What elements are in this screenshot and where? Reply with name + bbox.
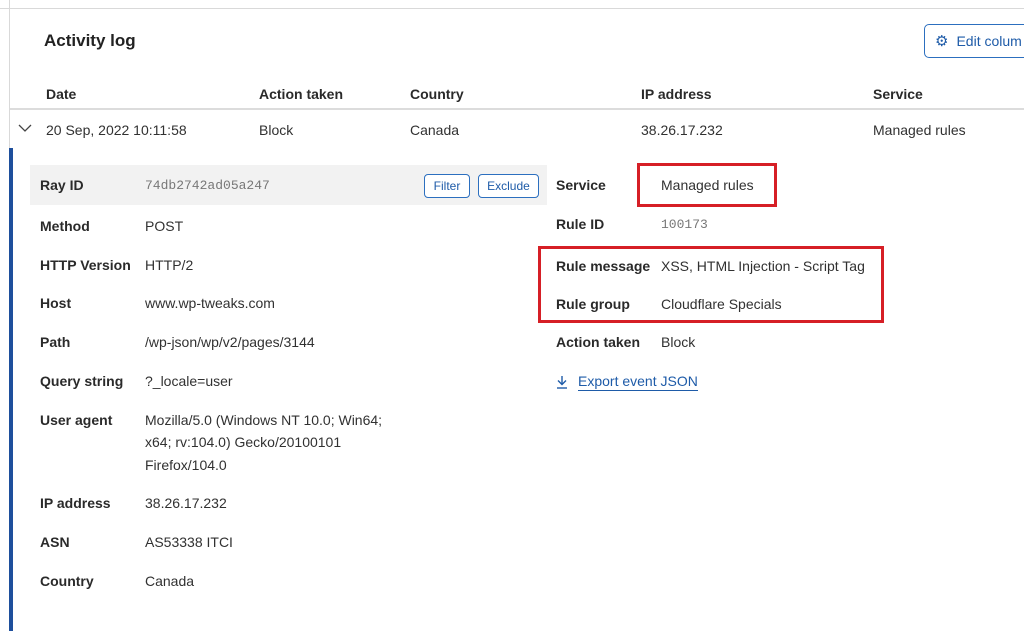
- cell-service: Managed rules: [873, 122, 966, 138]
- value-path: /wp-json/wp/v2/pages/3144: [145, 334, 315, 350]
- gear-icon: ⚙: [935, 33, 949, 50]
- label-host: Host: [40, 295, 72, 311]
- value-asn: AS53338 ITCI: [145, 534, 233, 550]
- label-ray-id: Ray ID: [40, 177, 84, 193]
- value-host: www.wp-tweaks.com: [145, 295, 275, 311]
- edit-columns-button[interactable]: ⚙ Edit colum: [924, 24, 1024, 58]
- column-header-action[interactable]: Action taken: [259, 86, 343, 102]
- chevron-down-icon[interactable]: [18, 121, 32, 135]
- export-event-json-link[interactable]: Export event JSON: [556, 373, 698, 391]
- label-query-string: Query string: [40, 373, 124, 389]
- value-http-version: HTTP/2: [145, 257, 194, 273]
- value-action-taken: Block: [661, 334, 696, 350]
- value-ip-address: 38.26.17.232: [145, 495, 227, 511]
- highlight-box-service: [637, 163, 777, 207]
- value-user-agent-line3: Firefox/104.0: [145, 457, 227, 473]
- label-country: Country: [40, 573, 94, 589]
- label-user-agent: User agent: [40, 412, 113, 428]
- label-asn: ASN: [40, 534, 70, 550]
- top-divider: [0, 0, 1024, 9]
- label-action-taken: Action taken: [556, 334, 641, 350]
- value-country: Canada: [145, 573, 195, 589]
- label-service: Service: [556, 177, 606, 193]
- label-path: Path: [40, 334, 71, 350]
- filter-button[interactable]: Filter: [424, 174, 470, 198]
- expanded-indicator: [9, 148, 13, 631]
- column-header-country[interactable]: Country: [410, 86, 464, 102]
- table-header: Date Action taken Country IP address Ser…: [10, 82, 1024, 110]
- export-label: Export event JSON: [578, 373, 698, 391]
- page-title: Activity log: [44, 31, 136, 50]
- column-header-date[interactable]: Date: [46, 86, 76, 102]
- column-header-service[interactable]: Service: [873, 86, 923, 102]
- download-icon: [557, 376, 567, 389]
- label-rule-id: Rule ID: [556, 216, 605, 232]
- highlight-box-rule: [538, 246, 884, 323]
- table-row[interactable]: 20 Sep, 2022 10:11:58 Block Canada 38.26…: [10, 110, 1024, 148]
- label-ip-address: IP address: [40, 495, 111, 511]
- value-rule-id: 100173: [661, 217, 708, 232]
- cell-country: Canada: [410, 122, 460, 138]
- value-ray-id: 74db2742ad05a247: [145, 178, 270, 193]
- label-method: Method: [40, 218, 90, 234]
- column-header-ip[interactable]: IP address: [641, 86, 712, 102]
- cell-ip: 38.26.17.232: [641, 122, 723, 138]
- cell-action: Block: [259, 122, 294, 138]
- cell-date: 20 Sep, 2022 10:11:58: [46, 122, 187, 138]
- value-method: POST: [145, 218, 184, 234]
- value-user-agent-line1: Mozilla/5.0 (Windows NT 10.0; Win64;: [145, 412, 383, 428]
- label-http-version: HTTP Version: [40, 257, 131, 273]
- edit-columns-label: Edit colum: [956, 33, 1022, 49]
- value-user-agent-line2: x64; rv:104.0) Gecko/20100101: [145, 434, 342, 450]
- exclude-button[interactable]: Exclude: [478, 174, 539, 198]
- value-query-string: ?_locale=user: [145, 373, 233, 389]
